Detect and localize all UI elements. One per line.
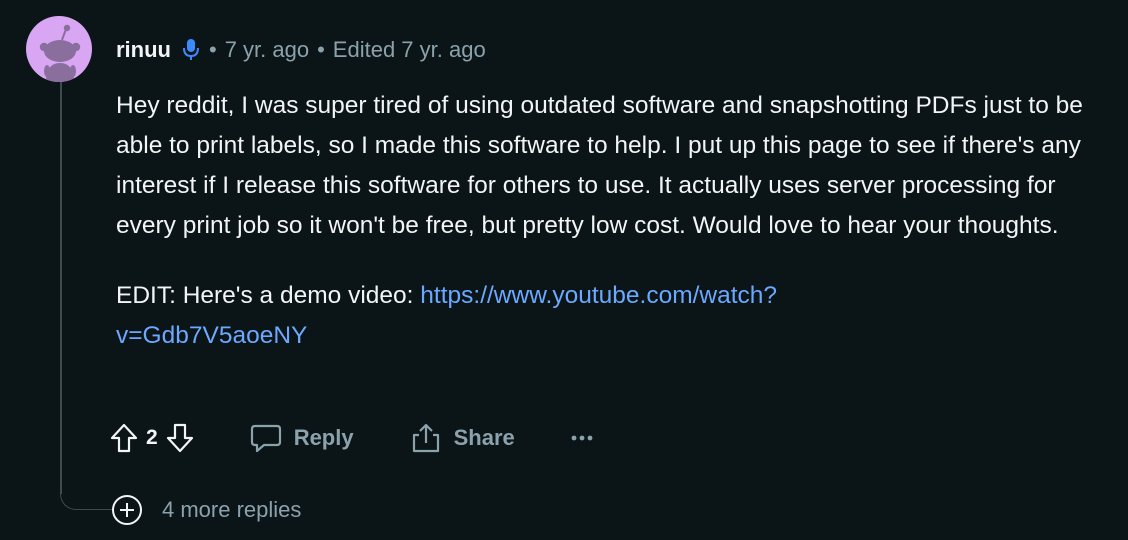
more-replies-label: 4 more replies — [162, 497, 302, 522]
downvote-icon — [166, 423, 193, 453]
comment-paragraph: Hey reddit, I was super tired of using o… — [116, 92, 1083, 239]
link-line-1[interactable]: https://www.youtube.com/watch? — [420, 282, 777, 309]
vote-score: 2 — [146, 426, 158, 449]
snoo-avatar-icon — [39, 24, 81, 82]
more-replies-button[interactable]: 4 more replies — [110, 492, 301, 528]
edit-paragraph: EDIT: Here's a demo video: https://www.y… — [116, 276, 1101, 356]
plus-circle-icon — [110, 493, 144, 527]
speech-bubble-icon — [250, 424, 281, 453]
microphone-icon — [181, 38, 201, 62]
reply-button[interactable]: Reply — [250, 423, 354, 453]
upvote-button[interactable] — [104, 416, 144, 460]
ellipsis-icon — [571, 435, 593, 441]
thread-line — [60, 82, 62, 494]
downvote-button[interactable] — [160, 416, 200, 460]
edit-prefix: EDIT: Here's a demo video: — [116, 282, 421, 309]
meta-separator: • — [209, 37, 217, 62]
meta-separator: • — [317, 37, 325, 62]
share-icon — [412, 423, 439, 453]
upvote-icon — [110, 423, 138, 453]
thread-line-connector — [60, 478, 112, 510]
reply-label: Reply — [293, 425, 354, 450]
share-label: Share — [453, 425, 515, 450]
comment-actions: 2 Reply Share — [104, 414, 605, 462]
avatar[interactable] — [26, 16, 92, 82]
share-button[interactable]: Share — [410, 422, 515, 454]
author-username[interactable]: rinuu — [116, 37, 171, 63]
more-options-button[interactable] — [571, 434, 605, 442]
edited-label: Edited 7 yr. ago — [332, 37, 486, 62]
posted-time[interactable]: 7 yr. ago — [225, 37, 309, 63]
comment-body: Hey reddit, I was super tired of using o… — [116, 86, 1101, 356]
comment-header: rinuu • 7 yr. ago • Edited 7 yr. ago — [116, 34, 486, 66]
link-line-2[interactable]: v=Gdb7V5aoeNY — [116, 322, 307, 349]
